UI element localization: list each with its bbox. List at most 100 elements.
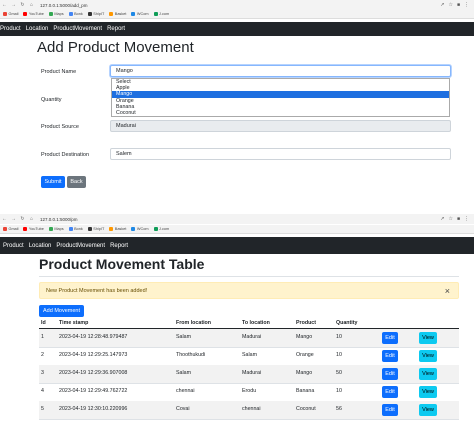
table-cell-to: Salam bbox=[242, 352, 258, 358]
nav-productmovement[interactable]: ProductMovement bbox=[53, 26, 102, 32]
nav-report[interactable]: Report bbox=[110, 243, 128, 249]
bookmark-item[interactable]: J.com bbox=[153, 12, 169, 16]
bookmark-favicon-icon bbox=[48, 227, 53, 231]
view-button[interactable]: View bbox=[419, 368, 437, 380]
table-cell-product: Banana bbox=[296, 388, 315, 394]
edit-button[interactable]: Edit bbox=[382, 332, 398, 344]
product-destination-select[interactable]: Salem bbox=[110, 148, 451, 160]
table-cell-ts: 2023-04-19 12:30:10.220996 bbox=[59, 406, 128, 412]
table-cell-id: 3 bbox=[41, 370, 44, 376]
edit-button[interactable]: Edit bbox=[382, 386, 398, 398]
table-cell-ts: 2023-04-19 12:28:48.979487 bbox=[59, 334, 128, 340]
bookmark-item[interactable]: ShipIT bbox=[87, 12, 105, 16]
table-row-divider bbox=[39, 419, 459, 420]
bookmarks-bar-bottom: Gmail YouTube Maps Bonk ShipIT Basket WCom J.co… bbox=[0, 225, 474, 234]
nav-location[interactable]: Location bbox=[29, 243, 52, 249]
table-cell-id: 1 bbox=[41, 334, 44, 340]
bookmark-item[interactable]: Maps bbox=[48, 12, 64, 16]
bookmark-item[interactable]: Bonk bbox=[68, 227, 83, 231]
view-button[interactable]: View bbox=[419, 404, 437, 416]
bookmark-favicon-icon bbox=[23, 227, 28, 231]
bookmark-label: Gmail bbox=[8, 12, 19, 16]
table-cell-from: Salam bbox=[176, 370, 192, 376]
nav-productmovement[interactable]: ProductMovement bbox=[56, 243, 105, 249]
product-source-label: Product Source bbox=[41, 124, 79, 130]
table-cell-product: Orange bbox=[296, 352, 314, 358]
bookmark-item[interactable]: ShipIT bbox=[87, 227, 105, 231]
bookmark-item[interactable]: Maps bbox=[48, 227, 64, 231]
share-icon[interactable]: ↗ bbox=[440, 216, 444, 222]
edit-button[interactable]: Edit bbox=[382, 368, 398, 380]
close-icon[interactable]: × bbox=[445, 286, 450, 296]
table-cell-to: chennai bbox=[242, 406, 261, 412]
forward-arrow-icon[interactable]: → bbox=[9, 2, 18, 8]
bookmark-item[interactable]: YouTube bbox=[23, 227, 44, 231]
bookmark-label: ShipIT bbox=[93, 12, 105, 16]
table-cell-ts: 2023-04-19 12:29:36.907008 bbox=[59, 370, 128, 376]
table-cell-qty: 10 bbox=[336, 388, 342, 394]
bookmark-item[interactable]: Gmail bbox=[3, 227, 18, 231]
home-icon[interactable]: ⌂ bbox=[27, 216, 36, 222]
add-movement-button[interactable]: Add Movement bbox=[39, 305, 84, 317]
view-button[interactable]: View bbox=[419, 350, 437, 362]
nav-report[interactable]: Report bbox=[107, 26, 125, 32]
address-bar[interactable]: 127.0.0.1:5000/pm bbox=[40, 217, 78, 222]
table-cell-product: Coconut bbox=[296, 406, 316, 412]
bookmark-favicon-icon bbox=[109, 227, 114, 231]
menu-icon[interactable]: ⋮ bbox=[464, 2, 469, 8]
bookmark-item[interactable]: WCom bbox=[131, 227, 149, 231]
reload-icon[interactable]: ↻ bbox=[18, 216, 27, 222]
menu-icon[interactable]: ⋮ bbox=[464, 216, 469, 222]
product-source-select[interactable]: Madurai bbox=[110, 120, 451, 132]
table-cell-to: Madurai bbox=[242, 370, 262, 376]
star-icon[interactable]: ☆ bbox=[448, 216, 452, 222]
bookmark-item[interactable]: Basket bbox=[109, 12, 126, 16]
bookmark-favicon-icon bbox=[48, 12, 53, 16]
forward-arrow-icon[interactable]: → bbox=[9, 216, 18, 222]
table-cell-id: 2 bbox=[41, 352, 44, 358]
bookmark-item[interactable]: J.com bbox=[153, 227, 170, 231]
product-name-dropdown[interactable]: Select Apple Mango Orange Banana Coconut bbox=[111, 78, 450, 118]
submit-button[interactable]: Submit bbox=[41, 176, 65, 188]
share-icon[interactable]: ↗ bbox=[440, 2, 444, 8]
dropdown-option[interactable]: Coconut bbox=[112, 110, 449, 116]
edit-button[interactable]: Edit bbox=[382, 350, 398, 362]
nav-product[interactable]: Product bbox=[0, 26, 21, 32]
bookmark-favicon-icon bbox=[153, 12, 158, 16]
view-button[interactable]: View bbox=[419, 386, 437, 398]
nav-product[interactable]: Product bbox=[3, 243, 24, 249]
table-cell-qty: 50 bbox=[336, 370, 342, 376]
view-button[interactable]: View bbox=[419, 332, 437, 344]
nav-location[interactable]: Location bbox=[26, 26, 49, 32]
back-arrow-icon[interactable]: ← bbox=[0, 216, 9, 222]
bookmark-item[interactable]: WCom bbox=[131, 12, 149, 16]
bookmark-item[interactable]: YouTube bbox=[23, 12, 44, 16]
table-cell-id: 5 bbox=[41, 406, 44, 412]
success-alert: New Product Movement has been added! × bbox=[39, 282, 459, 299]
back-button[interactable]: Back bbox=[67, 176, 86, 188]
address-bar[interactable]: 127.0.0.1:5000/add_pm bbox=[40, 3, 88, 8]
table-page-title: Product Movement Table bbox=[39, 256, 205, 272]
table-cell-to: Erodu bbox=[242, 388, 257, 394]
extensions-icon[interactable]: ■ bbox=[457, 2, 460, 8]
bookmark-favicon-icon bbox=[23, 12, 28, 16]
edit-button[interactable]: Edit bbox=[382, 404, 398, 416]
back-arrow-icon[interactable]: ← bbox=[0, 2, 9, 8]
bookmark-label: J.com bbox=[159, 227, 170, 231]
table-cell-from: chennai bbox=[176, 388, 195, 394]
bookmark-item[interactable]: Basket bbox=[109, 227, 126, 231]
star-icon[interactable]: ☆ bbox=[448, 2, 452, 8]
bookmark-item[interactable]: Gmail bbox=[3, 12, 18, 16]
bookmark-label: ShipIT bbox=[93, 227, 105, 231]
product-name-select[interactable]: Mango bbox=[110, 65, 451, 77]
reload-icon[interactable]: ↻ bbox=[18, 2, 27, 8]
bookmark-label: WCom bbox=[136, 227, 149, 231]
bookmark-label: Gmail bbox=[8, 227, 19, 231]
bookmark-item[interactable]: Bonk bbox=[68, 12, 83, 16]
extensions-icon[interactable]: ■ bbox=[457, 216, 460, 222]
bookmark-label: WCom bbox=[136, 12, 149, 16]
home-icon[interactable]: ⌂ bbox=[27, 2, 36, 8]
table-cell-product: Mango bbox=[296, 370, 313, 376]
table-cell-qty: 10 bbox=[336, 334, 342, 340]
table-header-cell: To location bbox=[242, 320, 270, 326]
